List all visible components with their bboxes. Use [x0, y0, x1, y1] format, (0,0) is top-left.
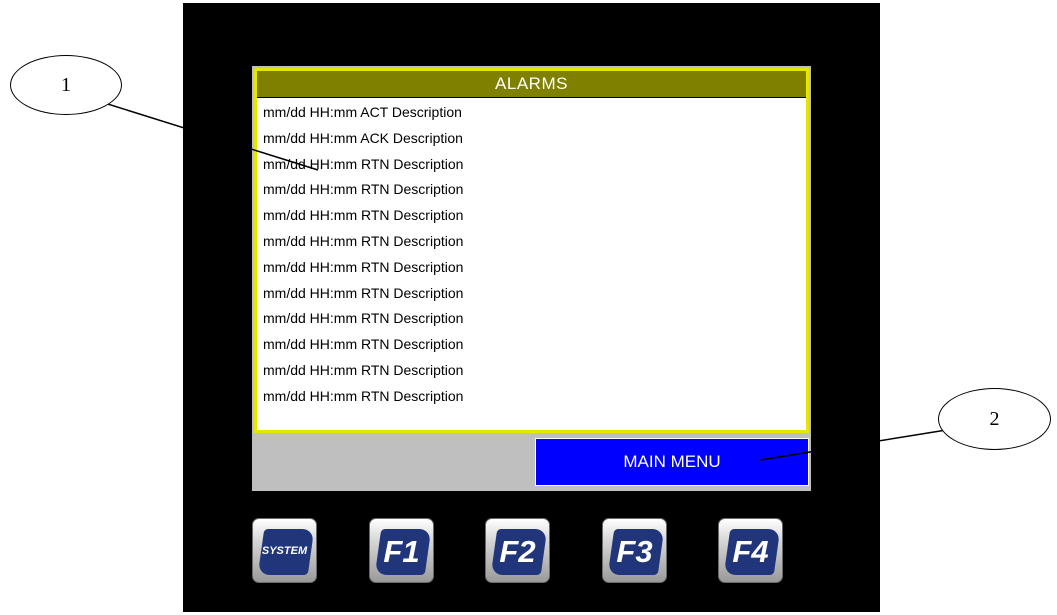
callout-1-leader	[94, 99, 319, 171]
callout-1: 1	[10, 55, 122, 115]
callout-2: 2	[938, 388, 1051, 450]
callout-2-leader	[759, 426, 966, 461]
callout-leaders	[94, 99, 966, 461]
